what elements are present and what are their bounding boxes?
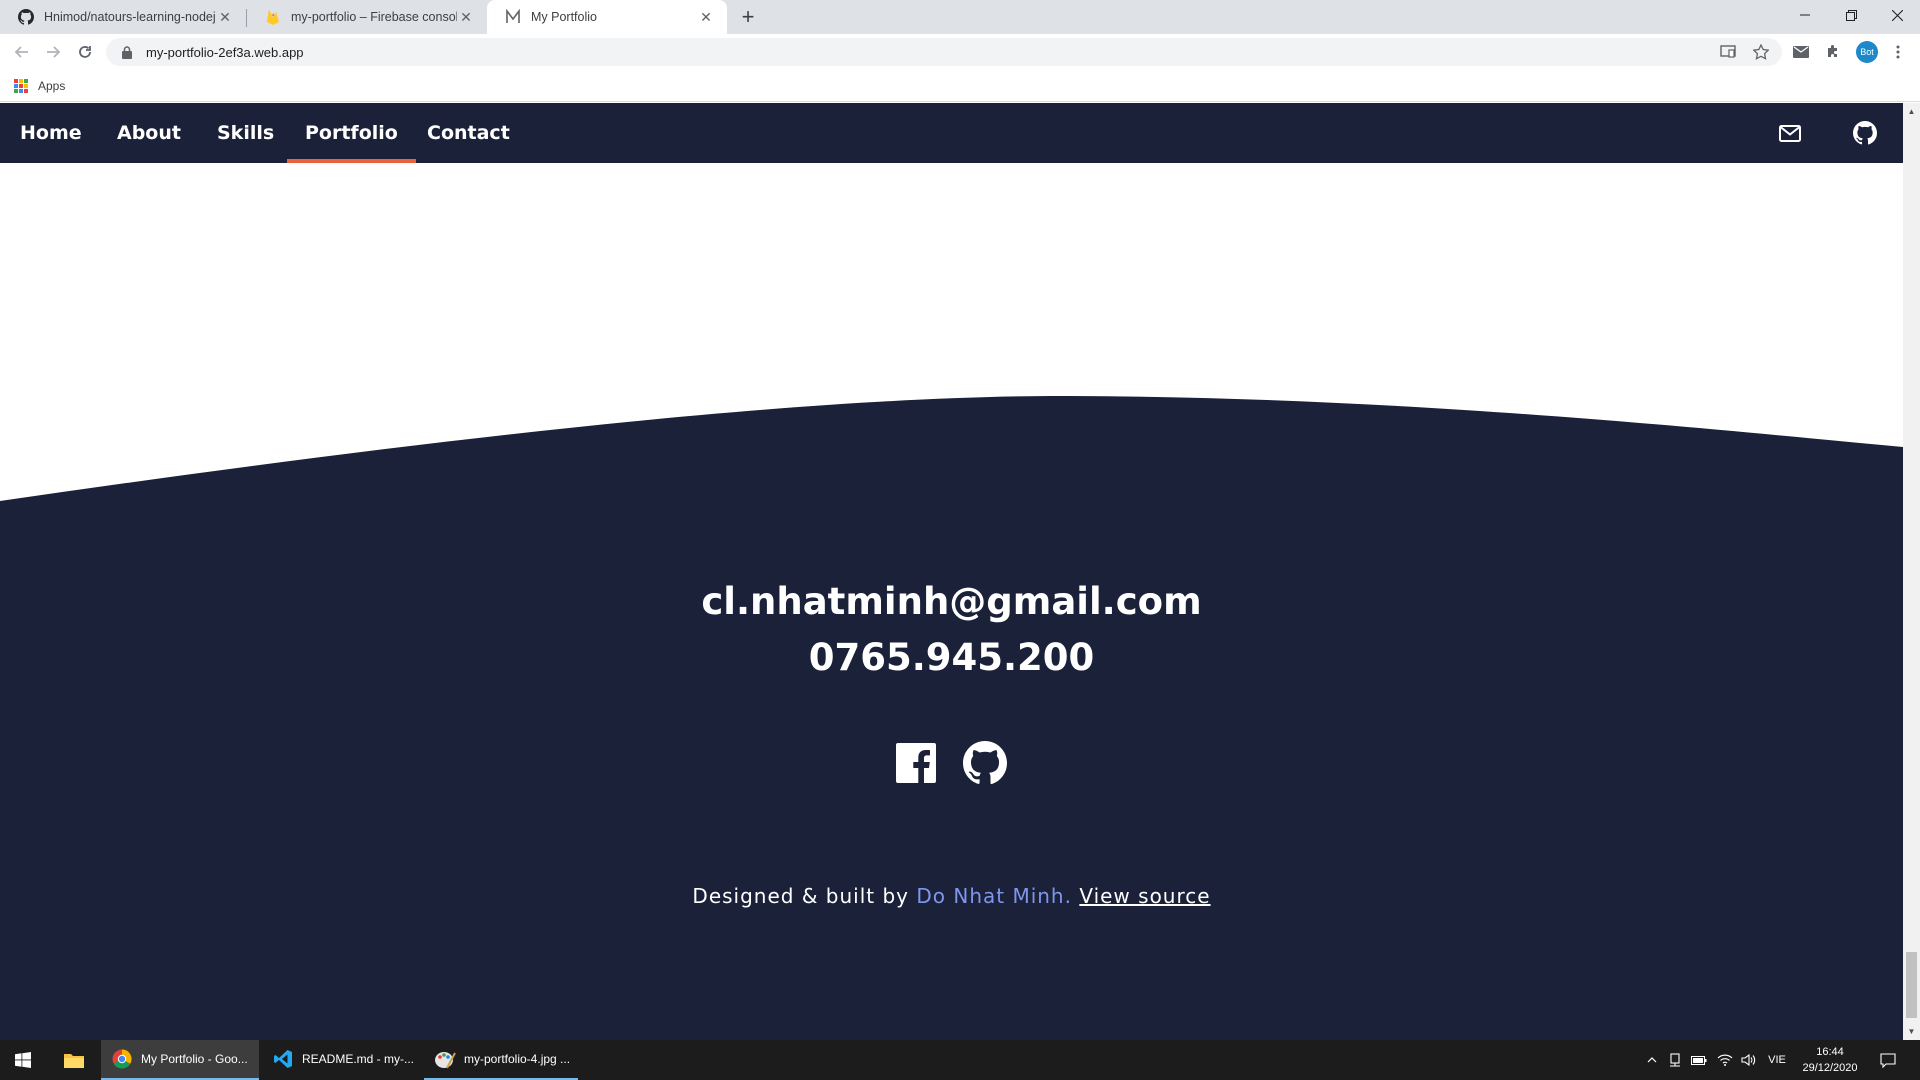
back-button[interactable] [8, 38, 36, 66]
scroll-up-arrow[interactable]: ▲ [1903, 103, 1920, 120]
facebook-icon[interactable] [893, 740, 939, 786]
credit-prefix: Designed & built by [692, 884, 909, 908]
cast-icon[interactable] [1716, 40, 1740, 64]
restore-button[interactable] [1828, 0, 1874, 30]
notifications-icon[interactable] [1876, 1040, 1900, 1080]
address-bar[interactable]: my-portfolio-2ef3a.web.app [106, 38, 1782, 66]
footer-email[interactable]: cl.nhatminh@gmail.com [0, 580, 1903, 623]
portfolio-m-icon [505, 9, 521, 25]
bookmark-star-icon[interactable] [1749, 40, 1773, 64]
tab-github[interactable]: Hnimod/natours-learning-nodejs ✕ [0, 0, 246, 34]
battery-icon[interactable] [1688, 1040, 1710, 1080]
taskbar-app-vscode[interactable]: README.md - my-... [262, 1040, 420, 1080]
footer-wave-background [0, 395, 1903, 1040]
tab-title: My Portfolio [531, 10, 597, 24]
file-explorer-icon[interactable] [52, 1040, 96, 1080]
windows-taskbar: My Portfolio - Goo... README.md - my-...… [0, 1040, 1920, 1080]
tab-my-portfolio[interactable]: My Portfolio ✕ [487, 0, 727, 34]
minimize-button[interactable] [1782, 0, 1828, 30]
profile-avatar[interactable]: Bot [1856, 41, 1878, 63]
more-menu-icon[interactable] [1886, 40, 1910, 64]
nav-about[interactable]: About [117, 103, 181, 163]
windows-start-icon[interactable] [0, 1040, 46, 1080]
lock-icon [122, 45, 134, 59]
browser-toolbar: my-portfolio-2ef3a.web.app [0, 34, 1920, 70]
volume-icon[interactable] [1738, 1040, 1760, 1080]
reload-button[interactable] [71, 38, 99, 66]
page-scrollbar[interactable]: ▲ ▼ [1903, 103, 1920, 1040]
taskbar-app-label: My Portfolio - Goo... [141, 1052, 248, 1066]
scroll-down-arrow[interactable]: ▼ [1903, 1023, 1920, 1040]
forward-button[interactable] [39, 38, 67, 66]
close-window-button[interactable] [1874, 0, 1920, 30]
wifi-icon[interactable] [1714, 1040, 1736, 1080]
tab-title: Hnimod/natours-learning-nodejs [44, 10, 216, 24]
close-tab-icon[interactable]: ✕ [457, 8, 475, 26]
view-source-link[interactable]: View source [1079, 884, 1210, 908]
language-indicator[interactable]: VIE [1762, 1040, 1792, 1080]
extensions-puzzle-icon[interactable] [1821, 40, 1845, 64]
footer-phone[interactable]: 0765.945.200 [0, 636, 1903, 679]
mail-icon[interactable] [1777, 120, 1803, 146]
github-icon [18, 9, 34, 25]
apps-bookmark-label[interactable]: Apps [38, 79, 65, 93]
site-navbar: Home About Skills Portfolio Contact [0, 103, 1903, 163]
footer-credit: Designed & built by Do Nhat Minh. View s… [0, 884, 1903, 908]
chrome-icon [111, 1048, 133, 1070]
close-tab-icon[interactable]: ✕ [216, 8, 234, 26]
page-viewport: Home About Skills Portfolio Contact cl.n… [0, 103, 1920, 1040]
browser-tab-strip: Hnimod/natours-learning-nodejs ✕ my-port… [0, 0, 1920, 34]
nav-skills[interactable]: Skills [217, 103, 274, 163]
nav-contact[interactable]: Contact [427, 103, 510, 163]
taskbar-app-label: README.md - my-... [302, 1052, 415, 1066]
clock-date: 29/12/2020 [1802, 1062, 1858, 1074]
tab-title: my-portfolio – Firebase console [291, 10, 457, 24]
close-tab-icon[interactable]: ✕ [697, 8, 715, 26]
gmail-extension-icon[interactable] [1789, 40, 1813, 64]
credit-author-link[interactable]: Do Nhat Minh. [916, 884, 1072, 908]
tab-firebase[interactable]: my-portfolio – Firebase console ✕ [247, 0, 487, 34]
nav-home[interactable]: Home [20, 103, 82, 163]
clock-time: 16:44 [1816, 1046, 1844, 1058]
url-text: my-portfolio-2ef3a.web.app [146, 44, 304, 60]
new-tab-button[interactable]: + [736, 4, 760, 29]
taskbar-app-label: my-portfolio-4.jpg ... [464, 1052, 571, 1066]
show-hidden-icons-chevron[interactable] [1642, 1040, 1662, 1080]
bookmarks-bar: Apps [0, 70, 1920, 102]
nav-portfolio[interactable]: Portfolio [287, 103, 416, 163]
github-icon[interactable] [1852, 120, 1878, 146]
scrollbar-thumb[interactable] [1906, 952, 1917, 1018]
vscode-icon [272, 1048, 294, 1070]
taskbar-app-paint[interactable]: my-portfolio-4.jpg ... [424, 1040, 578, 1080]
paint-icon [434, 1048, 456, 1070]
taskbar-clock[interactable]: 16:44 29/12/2020 [1790, 1044, 1870, 1076]
taskbar-app-chrome[interactable]: My Portfolio - Goo... [101, 1040, 259, 1080]
apps-grid-icon[interactable] [14, 79, 28, 93]
firebase-icon [265, 9, 281, 25]
github-icon[interactable] [962, 740, 1008, 786]
device-icon[interactable] [1664, 1040, 1686, 1080]
